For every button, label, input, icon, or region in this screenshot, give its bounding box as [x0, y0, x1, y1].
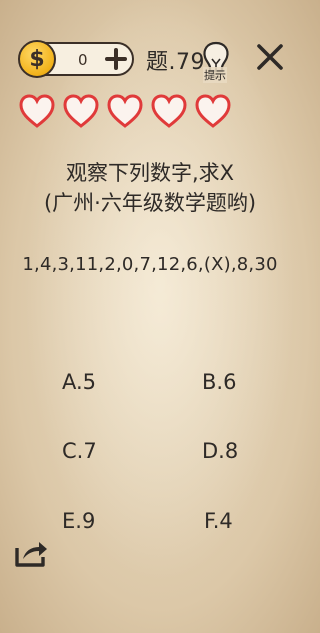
lives-hearts — [18, 93, 238, 133]
heart-icon — [195, 94, 231, 128]
share-icon[interactable] — [12, 535, 50, 569]
level-number: 题.79 — [146, 50, 205, 75]
option-f-button[interactable]: F.4 — [204, 509, 233, 533]
coin-icon: $ — [18, 40, 56, 78]
option-d-button[interactable]: D.8 — [202, 439, 238, 463]
coin-count: 0 — [78, 51, 88, 69]
coin-counter: $ 0 — [18, 40, 134, 78]
option-c-button[interactable]: C.7 — [62, 439, 97, 463]
question-line-2: (广州·六年级数学题哟) — [43, 191, 257, 215]
option-b-button[interactable]: B.6 — [202, 370, 236, 394]
question-line-1: 观察下列数字,求X — [65, 161, 235, 185]
option-e-button[interactable]: E.9 — [62, 509, 95, 533]
hint-label[interactable]: 提示 — [203, 67, 227, 83]
option-a-button[interactable]: A.5 — [62, 370, 96, 394]
heart-icon — [151, 94, 187, 128]
question-text: 观察下列数字,求X (广州·六年级数学题哟) — [0, 158, 300, 218]
add-coins-button[interactable] — [104, 47, 128, 71]
heart-icon — [107, 94, 143, 128]
close-icon[interactable] — [255, 42, 285, 72]
heart-icon — [19, 94, 55, 128]
number-sequence: 1,4,3,11,2,0,7,12,6,(X),8,30 — [22, 254, 278, 275]
heart-icon — [63, 94, 99, 128]
